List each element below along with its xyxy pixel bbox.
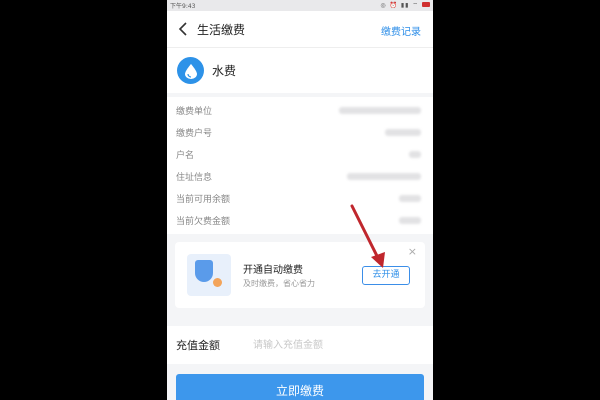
info-label: 缴费单位 [176, 107, 213, 117]
info-row-balance: 当前可用余额 [167, 187, 433, 209]
auto-pay-subtitle: 及时缴费，省心省力 [243, 279, 315, 288]
auto-pay-title: 开通自动缴费 [243, 265, 303, 276]
recharge-amount-row: 充值金额 [167, 326, 433, 364]
info-label: 户名 [176, 151, 195, 161]
blurred-value [347, 173, 421, 180]
amount-input[interactable] [253, 335, 423, 355]
amount-label: 充值金额 [176, 339, 220, 352]
enable-auto-pay-button[interactable]: 去开通 [362, 266, 410, 285]
auto-pay-card: 开通自动缴费 及时缴费，省心省力 去开通 × [175, 242, 425, 308]
payment-records-link[interactable]: 缴费记录 [381, 23, 421, 38]
info-row-account: 缴费户号 [167, 121, 433, 143]
badge-dot [213, 278, 222, 287]
page-title: 生活缴费 [197, 23, 246, 37]
blurred-value [399, 195, 421, 202]
info-row-arrears: 当前欠费金额 [167, 209, 433, 231]
info-row-unit: 缴费单位 [167, 99, 433, 121]
info-label: 住址信息 [176, 173, 213, 183]
bill-info-list: 缴费单位 缴费户号 户名 住址信息 当前可用余额 当前欠费金额 [167, 97, 433, 234]
info-row-name: 户名 [167, 143, 433, 165]
chevron-left-icon [178, 22, 187, 36]
pay-now-button[interactable]: 立即缴费 [176, 374, 424, 400]
status-time: 下午9:43 [170, 3, 196, 10]
info-label: 缴费户号 [176, 129, 213, 139]
bill-type-name: 水费 [212, 64, 237, 78]
status-bar: 下午9:43 ◎ ⏰ ▮▮ ⌔ [167, 0, 433, 11]
blurred-value [409, 151, 421, 158]
status-icons: ◎ ⏰ ▮▮ ⌔ [380, 2, 419, 9]
water-drop-icon [177, 57, 204, 84]
info-label: 当前可用余额 [176, 195, 231, 205]
auto-pay-illustration [187, 254, 231, 296]
back-button[interactable] [176, 20, 192, 38]
phone-screen: 下午9:43 ◎ ⏰ ▮▮ ⌔ 生活缴费 缴费记录 水费 缴费单位 缴费户号 户… [167, 0, 433, 400]
nav-bar: 生活缴费 缴费记录 [167, 11, 433, 47]
battery-icon [422, 2, 430, 7]
bill-type-header: 水费 [167, 47, 433, 93]
blurred-value [399, 217, 421, 224]
info-label: 当前欠费金额 [176, 217, 231, 227]
blurred-value [339, 107, 421, 114]
info-row-address: 住址信息 [167, 165, 433, 187]
blurred-value [385, 129, 421, 136]
shield-icon [195, 260, 213, 282]
close-icon[interactable]: × [408, 245, 417, 258]
